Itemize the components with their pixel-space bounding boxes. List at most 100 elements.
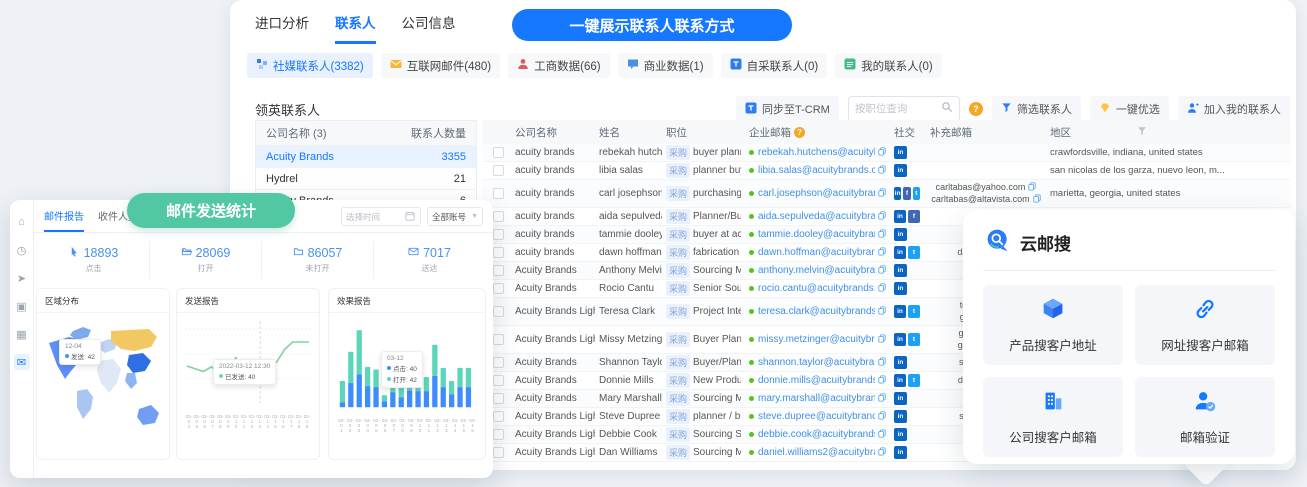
tw-icon[interactable]: t bbox=[913, 187, 920, 200]
copy-icon[interactable] bbox=[878, 211, 886, 223]
calendar-icon[interactable] bbox=[405, 208, 415, 226]
search-icon[interactable] bbox=[941, 100, 953, 118]
tw-icon[interactable]: t bbox=[908, 374, 920, 387]
source-chip-6[interactable]: 我的联系人(0) bbox=[835, 53, 942, 78]
copy-icon[interactable] bbox=[878, 375, 886, 387]
email-link[interactable]: anthony.melvin@acuitybrands.com bbox=[758, 265, 875, 276]
in-icon[interactable]: in bbox=[894, 410, 907, 423]
email-link[interactable]: carl.josephson@acuitybrands.com bbox=[758, 188, 875, 199]
home-icon[interactable]: ⌂ bbox=[14, 214, 30, 230]
copy-icon[interactable] bbox=[878, 357, 886, 369]
email-link[interactable]: dawn.hoffman@acuitybrands.com bbox=[758, 247, 875, 258]
copy-icon[interactable] bbox=[878, 429, 886, 441]
copy-icon[interactable] bbox=[878, 447, 886, 459]
in-icon[interactable]: in bbox=[894, 228, 907, 241]
row-checkbox[interactable] bbox=[493, 334, 504, 345]
source-chip-5[interactable]: 自采联系人(0) bbox=[721, 53, 828, 78]
copy-icon[interactable] bbox=[878, 229, 886, 241]
company-name[interactable]: Hydrel bbox=[256, 173, 454, 185]
in-icon[interactable]: in bbox=[894, 446, 907, 459]
in-icon[interactable]: in bbox=[894, 164, 907, 177]
row-checkbox[interactable] bbox=[493, 411, 504, 422]
in-icon[interactable]: in bbox=[894, 374, 906, 387]
copy-icon[interactable] bbox=[878, 188, 886, 200]
in-icon[interactable]: in bbox=[894, 246, 906, 259]
in-icon[interactable]: in bbox=[894, 146, 907, 159]
email-link[interactable]: tammie.dooley@acuitybrands.com bbox=[758, 229, 875, 240]
clock-icon[interactable]: ◷ bbox=[14, 242, 30, 258]
row-checkbox[interactable] bbox=[493, 211, 504, 222]
email-link[interactable]: shannon.taylor@acuitybrands.com bbox=[758, 357, 875, 368]
help-badge-icon[interactable]: ? bbox=[969, 102, 983, 116]
contact-row[interactable]: acuity brandslibia salas采购planner buyerl… bbox=[483, 162, 1290, 180]
email-link[interactable]: mary.marshall@acuitybrands.com bbox=[758, 393, 875, 404]
company-name[interactable]: Acuity Brands bbox=[256, 151, 442, 163]
email-link[interactable]: daniel.williams2@acuitybrands.com bbox=[758, 447, 875, 458]
copy-icon[interactable] bbox=[878, 283, 886, 295]
row-checkbox[interactable] bbox=[493, 357, 504, 368]
copy-icon[interactable] bbox=[878, 147, 886, 159]
row-checkbox[interactable] bbox=[493, 306, 504, 317]
mail-window-tab-1[interactable]: 邮件报告 bbox=[44, 208, 84, 232]
in-icon[interactable]: in bbox=[894, 282, 907, 295]
source-chip-4[interactable]: 商业数据(1) bbox=[618, 53, 713, 78]
source-chip-1[interactable]: 社媒联系人(3382) bbox=[247, 53, 373, 78]
row-checkbox[interactable] bbox=[493, 229, 504, 240]
email-link[interactable]: rebekah.hutchens@acuitybrands.com bbox=[758, 147, 875, 158]
row-checkbox[interactable] bbox=[493, 283, 504, 294]
region-filter-icon[interactable] bbox=[1137, 126, 1147, 139]
contact-row[interactable]: acuity brandscarl josephson采购purchasing … bbox=[483, 180, 1290, 208]
email-link[interactable]: libia.salas@acuitybrands.com bbox=[758, 165, 875, 176]
in-icon[interactable]: in bbox=[894, 210, 906, 223]
email-link[interactable]: teresa.clark@acuitybrands.com bbox=[758, 306, 875, 317]
in-icon[interactable]: in bbox=[894, 305, 906, 318]
tw-icon[interactable]: t bbox=[908, 305, 920, 318]
tab-2[interactable]: 联系人 bbox=[335, 12, 376, 44]
tw-icon[interactable]: t bbox=[908, 246, 920, 259]
send-icon[interactable]: ➤ bbox=[14, 270, 30, 286]
row-checkbox[interactable] bbox=[493, 393, 504, 404]
fb-icon[interactable]: f bbox=[903, 187, 910, 200]
email-link[interactable]: rocio.cantu@acuitybrands.com bbox=[758, 283, 875, 294]
copy-icon[interactable] bbox=[878, 247, 886, 259]
search-input[interactable] bbox=[855, 103, 941, 115]
in-icon[interactable]: in bbox=[894, 428, 907, 441]
row-checkbox[interactable] bbox=[493, 447, 504, 458]
company-row[interactable]: Acuity Brands3355 bbox=[256, 145, 476, 167]
tab-3[interactable]: 公司信息 bbox=[402, 12, 456, 44]
row-checkbox[interactable] bbox=[493, 247, 504, 258]
email-link[interactable]: donnie.mills@acuitybrands.com bbox=[758, 375, 875, 386]
date-input[interactable] bbox=[346, 212, 402, 222]
copy-icon[interactable] bbox=[878, 265, 886, 277]
gallery-icon[interactable]: ▦ bbox=[14, 326, 30, 342]
source-chip-2[interactable]: 互联网邮件(480) bbox=[381, 53, 500, 78]
cloud-tile-1[interactable]: 产品搜客户地址 bbox=[983, 285, 1123, 365]
in-icon[interactable]: in bbox=[894, 264, 907, 277]
briefcase-icon[interactable]: ▣ bbox=[14, 298, 30, 314]
contact-row[interactable]: acuity brandsrebekah hutchens采购buyer pla… bbox=[483, 144, 1290, 162]
in-icon[interactable]: in bbox=[894, 392, 907, 405]
copy-icon[interactable] bbox=[878, 334, 886, 346]
company-row[interactable]: Hydrel21 bbox=[256, 167, 476, 189]
email-link[interactable]: debbie.cook@acuitybrands.com bbox=[758, 429, 875, 440]
cloud-tile-4[interactable]: 邮箱验证 bbox=[1135, 377, 1275, 457]
mail-icon[interactable]: ✉ bbox=[14, 354, 30, 370]
copy-icon[interactable] bbox=[878, 411, 886, 423]
row-checkbox[interactable] bbox=[493, 265, 504, 276]
in-icon[interactable]: in bbox=[894, 333, 906, 346]
source-chip-3[interactable]: 工商数据(66) bbox=[508, 53, 609, 78]
row-checkbox[interactable] bbox=[493, 375, 504, 386]
copy-icon[interactable] bbox=[878, 393, 886, 405]
row-checkbox[interactable] bbox=[493, 147, 504, 158]
sync-tcrm-button[interactable]: 同步至T-CRM bbox=[736, 96, 839, 122]
row-checkbox[interactable] bbox=[493, 188, 504, 199]
copy-icon[interactable] bbox=[878, 165, 886, 177]
fb-icon[interactable]: f bbox=[908, 210, 920, 223]
email-link[interactable]: aida.sepulveda@acuitybrands.com bbox=[758, 211, 875, 222]
cloud-tile-3[interactable]: 公司搜客户邮箱 bbox=[983, 377, 1123, 457]
account-select[interactable]: 全部账号 ▼ bbox=[427, 207, 483, 226]
copy-icon[interactable] bbox=[1028, 182, 1036, 194]
row-checkbox[interactable] bbox=[493, 429, 504, 440]
tw-icon[interactable]: t bbox=[908, 333, 920, 346]
copy-icon[interactable] bbox=[1033, 194, 1041, 206]
